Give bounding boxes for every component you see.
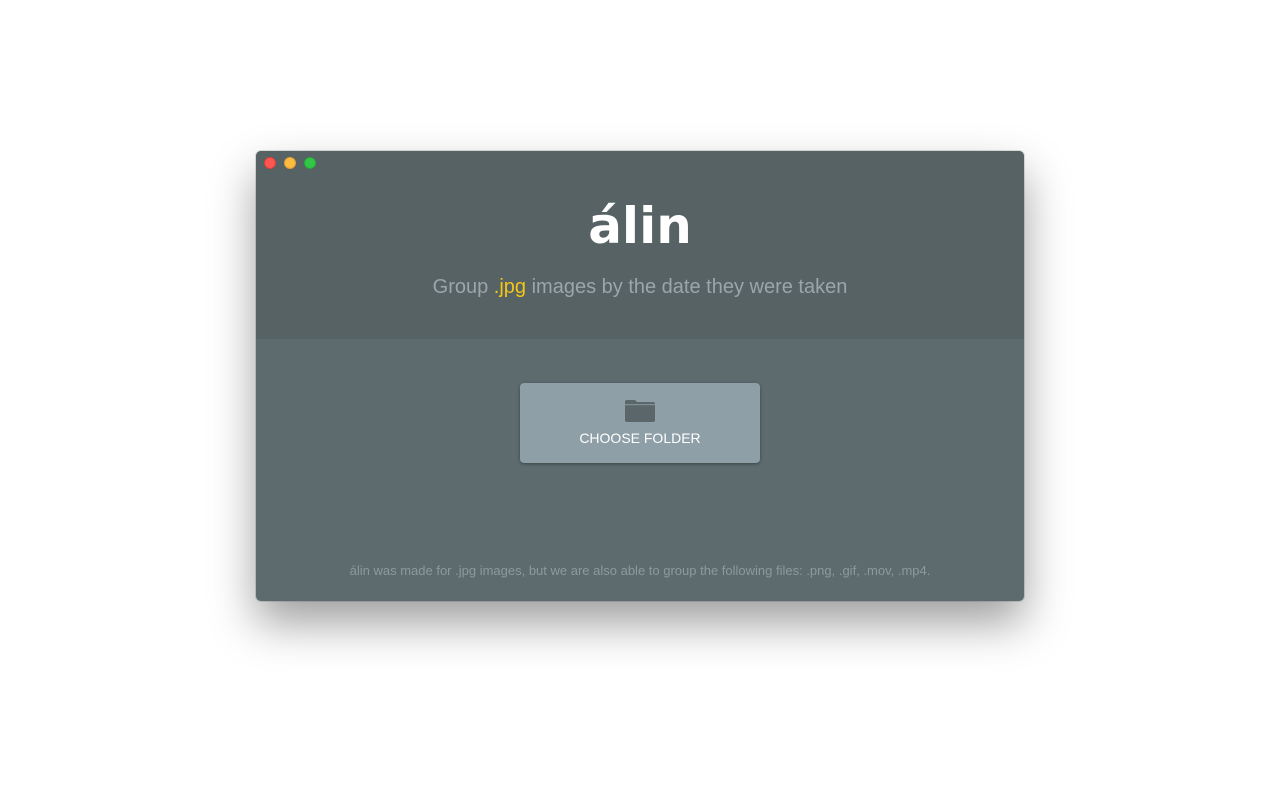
choose-folder-button[interactable]: CHOOSE FOLDER bbox=[520, 383, 760, 463]
tagline-prefix: Group bbox=[432, 276, 494, 298]
folder-icon bbox=[625, 400, 655, 422]
tagline: Group .jpg images by the date they were … bbox=[256, 277, 1024, 297]
tagline-suffix: images by the date they were taken bbox=[526, 276, 848, 298]
app-window: álin Group .jpg images by the date they … bbox=[256, 151, 1024, 601]
close-icon[interactable] bbox=[264, 157, 276, 169]
minimize-icon[interactable] bbox=[284, 157, 296, 169]
supported-formats-note: álin was made for .jpg images, but we ar… bbox=[349, 563, 931, 578]
app-logo: álin bbox=[588, 197, 692, 255]
header: álin Group .jpg images by the date they … bbox=[256, 151, 1024, 339]
tagline-extension: .jpg bbox=[493, 276, 527, 298]
maximize-icon[interactable] bbox=[304, 157, 316, 169]
choose-folder-label: CHOOSE FOLDER bbox=[579, 430, 701, 446]
window-controls bbox=[264, 157, 316, 169]
